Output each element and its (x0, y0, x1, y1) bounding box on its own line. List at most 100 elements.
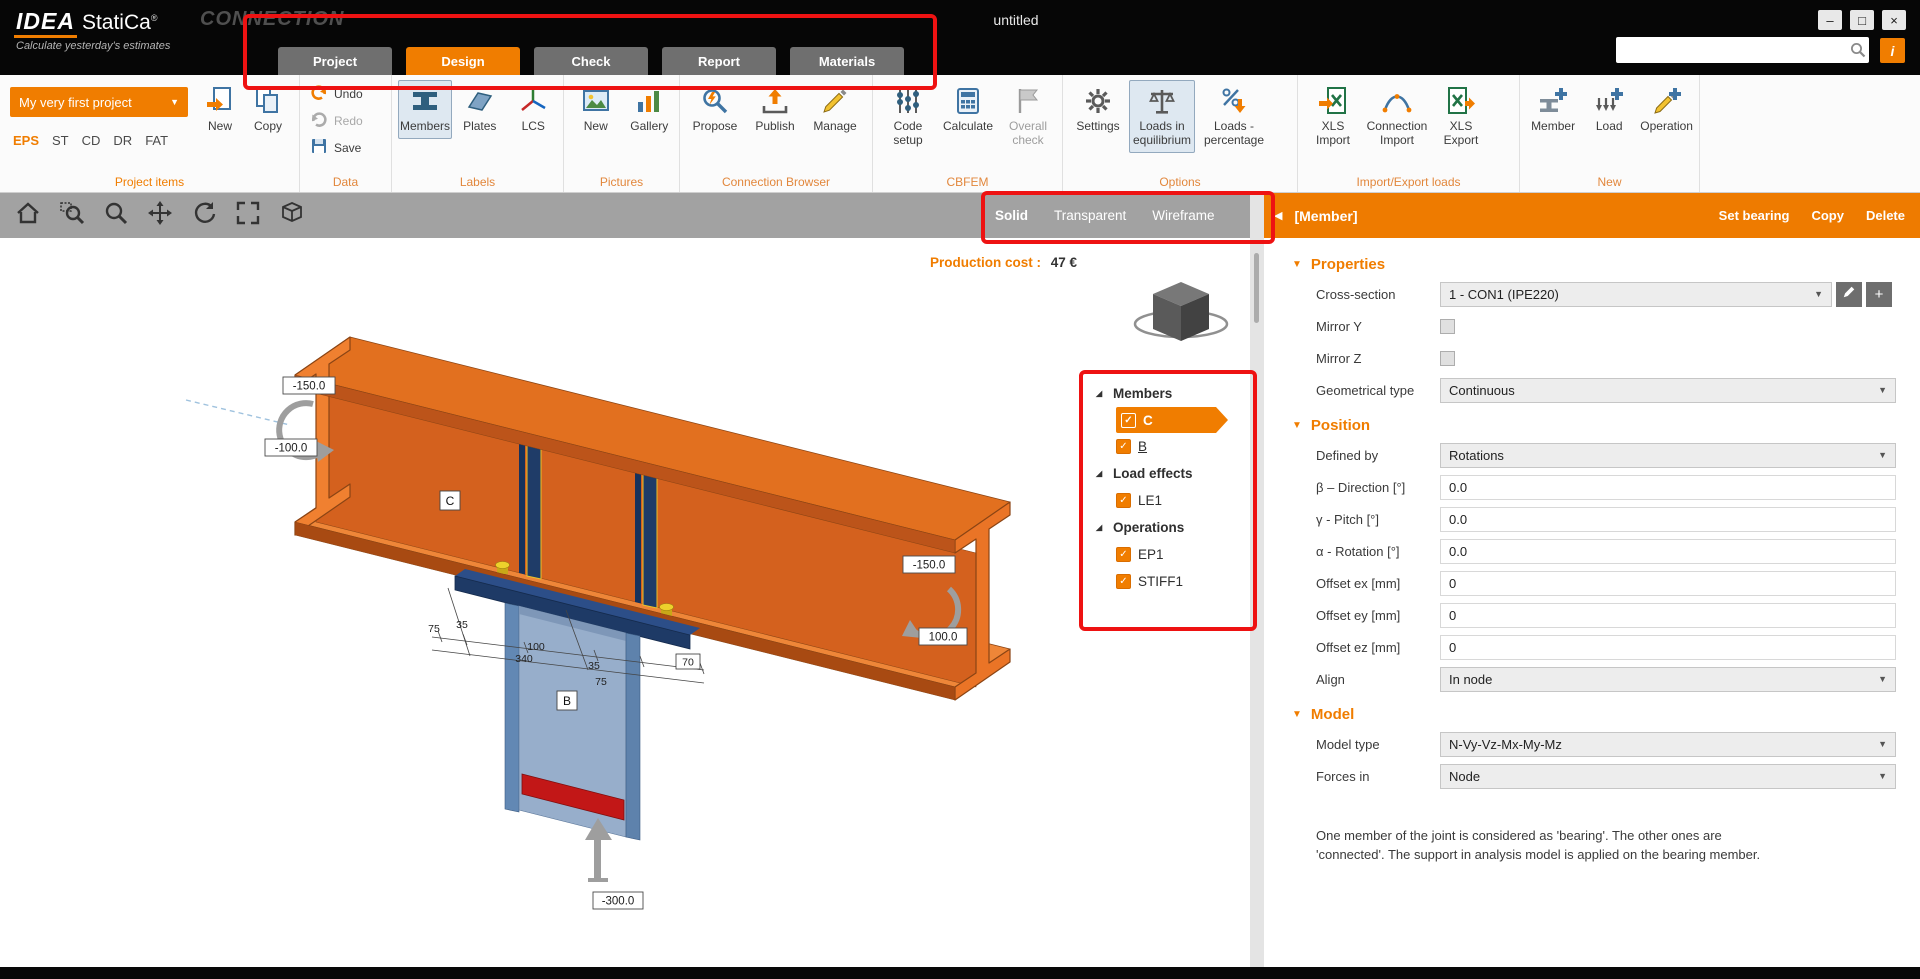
back-arrow-icon[interactable]: ◀ (1274, 209, 1282, 222)
view-mode-transparent[interactable]: Transparent (1054, 208, 1126, 223)
section-position[interactable]: ▼ Position (1264, 407, 1920, 440)
logo-idea: IDEA (14, 8, 77, 38)
tab-materials[interactable]: Materials (790, 47, 904, 75)
tree-header-members[interactable]: ◢ Members (1096, 380, 1254, 407)
pan-button[interactable] (144, 200, 176, 232)
home-view-button[interactable] (12, 200, 44, 232)
gallery-button[interactable]: Gallery (624, 80, 676, 139)
tab-report[interactable]: Report (662, 47, 776, 75)
cross-section-select[interactable]: 1 - CON1 (IPE220) ▼ (1440, 282, 1832, 307)
tab-project[interactable]: Project (278, 47, 392, 75)
save-button[interactable]: Save (310, 137, 383, 158)
navigation-cube[interactable] (1135, 282, 1227, 341)
mode-st[interactable]: ST (52, 133, 69, 148)
model-type-select[interactable]: N-Vy-Vz-Mx-My-Mz ▼ (1440, 732, 1896, 757)
search-input[interactable] (1616, 39, 1847, 61)
checkbox-member-c[interactable]: ✓ (1121, 413, 1136, 428)
checkbox-le1[interactable]: ✓ (1116, 493, 1131, 508)
settings-button[interactable]: Settings (1069, 80, 1127, 139)
search-icon (1847, 42, 1869, 58)
forces-in-select[interactable]: Node ▼ (1440, 764, 1896, 789)
tree-item-member-c[interactable]: ✓ C (1116, 407, 1216, 433)
calculator-icon (952, 85, 984, 117)
loads-percentage-button[interactable]: Loads - percentage (1197, 80, 1271, 153)
view-mode-wireframe[interactable]: Wireframe (1152, 208, 1214, 223)
geometrical-type-select[interactable]: Continuous ▼ (1440, 378, 1896, 403)
checkbox-stiff1[interactable]: ✓ (1116, 574, 1131, 589)
zoom-button[interactable] (100, 200, 132, 232)
new-load-button[interactable]: Load (1582, 80, 1636, 139)
viewport-3d[interactable]: 75 35 340 100 35 75 70 (0, 238, 1250, 967)
copy-member-button[interactable]: Copy (1811, 208, 1844, 223)
mode-fat[interactable]: FAT (145, 133, 168, 148)
lcs-labels-button[interactable]: LCS (508, 80, 559, 139)
minimize-button[interactable]: – (1818, 10, 1842, 30)
tree-header-load-effects[interactable]: ◢ Load effects (1096, 460, 1254, 487)
new-project-item-button[interactable]: New (196, 80, 244, 139)
tree-item-member-b[interactable]: ✓ B (1116, 433, 1254, 460)
view-mode-solid[interactable]: Solid (995, 208, 1028, 223)
info-button[interactable]: i (1880, 38, 1905, 63)
publish-button[interactable]: Publish (746, 80, 804, 139)
rotate-button[interactable] (188, 200, 220, 232)
fit-view-button[interactable] (232, 200, 264, 232)
defined-by-select[interactable]: Rotations ▼ (1440, 443, 1896, 468)
add-cross-section-button[interactable]: + (1866, 282, 1892, 307)
new-operation-button[interactable]: Operation (1638, 80, 1695, 139)
overall-check-button[interactable]: Overall check (999, 80, 1057, 153)
calculate-button[interactable]: Calculate (939, 80, 997, 139)
publish-upload-icon (759, 85, 791, 117)
section-properties[interactable]: ▼ Properties (1264, 246, 1920, 279)
redo-button[interactable]: Redo (310, 110, 383, 131)
tree-item-stiff1[interactable]: ✓ STIFF1 (1116, 568, 1254, 595)
mode-dr[interactable]: DR (113, 133, 132, 148)
edit-cross-section-button[interactable] (1836, 282, 1862, 307)
tree-header-operations[interactable]: ◢ Operations (1096, 514, 1254, 541)
alpha-rotation-input[interactable] (1440, 539, 1896, 564)
splitter-handle[interactable] (1254, 253, 1259, 323)
checkbox-ep1[interactable]: ✓ (1116, 547, 1131, 562)
section-model[interactable]: ▼ Model (1264, 696, 1920, 729)
align-select[interactable]: In node ▼ (1440, 667, 1896, 692)
mirror-z-checkbox[interactable] (1440, 351, 1455, 366)
offset-ex-input[interactable] (1440, 571, 1896, 596)
close-button[interactable]: × (1882, 10, 1906, 30)
plates-labels-button[interactable]: Plates (454, 80, 505, 139)
tree-expander-icon: ◢ (1096, 389, 1106, 398)
panel-splitter[interactable] (1250, 193, 1264, 967)
section-expanded-icon: ▼ (1292, 259, 1302, 270)
tree-expander-icon: ◢ (1096, 469, 1106, 478)
propose-button[interactable]: Propose (686, 80, 744, 139)
group-label-import-export: Import/Export loads (1298, 175, 1519, 189)
members-labels-button[interactable]: Members (398, 80, 452, 139)
code-setup-button[interactable]: Code setup (879, 80, 937, 153)
tab-check[interactable]: Check (534, 47, 648, 75)
new-picture-button[interactable]: New (570, 80, 622, 139)
tree-item-le1[interactable]: ✓ LE1 (1116, 487, 1254, 514)
set-bearing-button[interactable]: Set bearing (1719, 208, 1790, 223)
connection-import-button[interactable]: Connection Import (1364, 80, 1430, 153)
beta-direction-input[interactable] (1440, 475, 1896, 500)
checkbox-member-b[interactable]: ✓ (1116, 439, 1131, 454)
tree-item-ep1[interactable]: ✓ EP1 (1116, 541, 1254, 568)
undo-button[interactable]: Undo (310, 83, 383, 104)
xls-import-button[interactable]: XLS Import (1304, 80, 1362, 153)
project-selector[interactable]: My very first project ▼ (10, 87, 188, 117)
view-cube-button[interactable] (276, 200, 308, 232)
delete-member-button[interactable]: Delete (1866, 208, 1905, 223)
mode-eps[interactable]: EPS (13, 133, 39, 148)
mode-cd[interactable]: CD (82, 133, 101, 148)
xls-export-button[interactable]: XLS Export (1432, 80, 1490, 153)
mirror-y-checkbox[interactable] (1440, 319, 1455, 334)
maximize-button[interactable]: □ (1850, 10, 1874, 30)
copy-project-item-button[interactable]: Copy (244, 80, 292, 139)
zoom-window-button[interactable] (56, 200, 88, 232)
loads-in-equilibrium-button[interactable]: Loads in equilibrium (1129, 80, 1195, 153)
manage-button[interactable]: Manage (806, 80, 864, 139)
app-name: CONNECTION (200, 8, 344, 31)
new-member-button[interactable]: Member (1526, 80, 1580, 139)
offset-ez-input[interactable] (1440, 635, 1896, 660)
gamma-pitch-input[interactable] (1440, 507, 1896, 532)
offset-ey-input[interactable] (1440, 603, 1896, 628)
tab-design[interactable]: Design (406, 47, 520, 75)
